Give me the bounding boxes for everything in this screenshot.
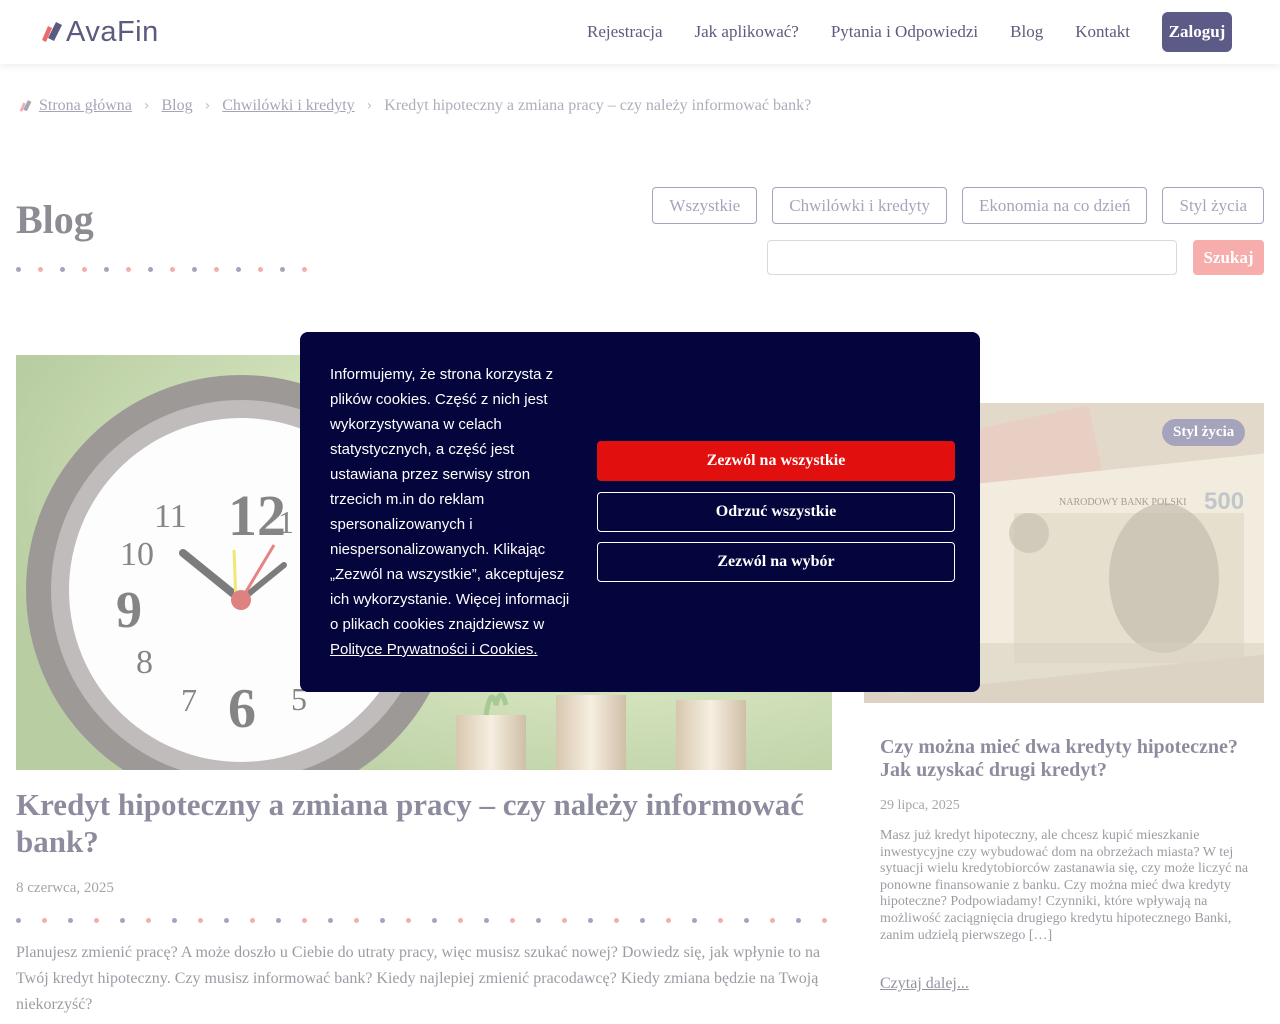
logo-mark-icon bbox=[42, 22, 62, 42]
main-nav: Rejestracja Jak aplikować? Pytania i Odp… bbox=[555, 12, 1232, 52]
logo[interactable]: AvaFin bbox=[38, 15, 159, 49]
allow-selection-button[interactable]: Zezwól na wybór bbox=[597, 542, 955, 582]
privacy-policy-link[interactable]: Polityce Prywatności i Cookies. bbox=[330, 641, 538, 658]
nav-rejestracja[interactable]: Rejestracja bbox=[587, 22, 663, 42]
nav-jak-aplikowac[interactable]: Jak aplikować? bbox=[695, 22, 799, 42]
nav-kontakt[interactable]: Kontakt bbox=[1075, 22, 1130, 42]
site-header: AvaFin Rejestracja Jak aplikować? Pytani… bbox=[0, 0, 1280, 64]
nav-faq[interactable]: Pytania i Odpowiedzi bbox=[831, 22, 978, 42]
cookie-message: Informujemy, że strona korzysta z plików… bbox=[330, 366, 570, 633]
cookie-consent-dialog: Informujemy, że strona korzysta z plików… bbox=[300, 332, 980, 692]
nav-blog[interactable]: Blog bbox=[1010, 22, 1043, 42]
accept-all-button[interactable]: Zezwól na wszystkie bbox=[597, 441, 955, 481]
login-button[interactable]: Zaloguj bbox=[1162, 12, 1232, 52]
reject-all-button[interactable]: Odrzuć wszystkie bbox=[597, 492, 955, 532]
cookie-text: Informujemy, że strona korzysta z plików… bbox=[330, 362, 575, 662]
logo-text: AvaFin bbox=[66, 15, 159, 48]
